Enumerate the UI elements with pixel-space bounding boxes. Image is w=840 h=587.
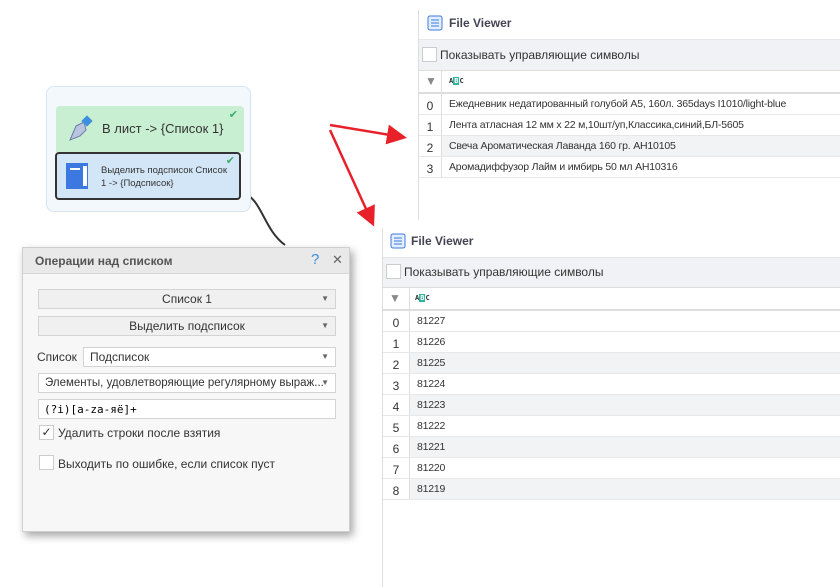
row-index: 0 <box>392 316 400 330</box>
target-list-select[interactable]: Подсписок ▼ <box>83 347 336 367</box>
delete-rows-label: Удалить строки после взятия <box>58 426 221 440</box>
row-cell <box>409 374 840 394</box>
exit-on-error-label: Выходить по ошибке, если список пуст <box>58 457 275 471</box>
row-index: 3 <box>392 379 400 393</box>
row-cell <box>409 458 840 478</box>
list-icon <box>390 233 406 249</box>
list-operations-dialog: Операции над списком ? ✕ Список 1 ▼ Выдел… <box>22 247 350 532</box>
show-control-chars-label: Показывать управляющие символы <box>440 48 640 62</box>
dialog-header: Операции над списком ? ✕ <box>23 248 349 274</box>
check-icon: ✔ <box>228 109 238 121</box>
row-value: 81222 <box>417 420 446 432</box>
close-icon[interactable]: ✕ <box>332 252 343 268</box>
node-select-sublist[interactable]: Выделить подсписок Список 1 -> {Подсписо… <box>55 152 241 200</box>
table-row[interactable]: 0 Ежедневник недатированный голубой А5, 1… <box>419 94 840 115</box>
viewer-title: File Viewer <box>449 16 512 30</box>
node-label-line1: Выделить подсписок Список <box>101 165 227 176</box>
row-cell <box>409 332 840 352</box>
row-value: Свеча Ароматическая Лаванда 160 гр. АН10… <box>449 140 676 152</box>
row-index: 1 <box>392 337 400 351</box>
filter-icon[interactable]: ▼ <box>425 74 437 88</box>
file-viewer-bottom: File Viewer Показывать управляющие симво… <box>382 228 840 587</box>
operation-select[interactable]: Выделить подсписок ▼ <box>38 316 336 336</box>
row-value: 81221 <box>417 441 446 453</box>
table-row[interactable]: 4 81223 <box>383 395 840 416</box>
table-row[interactable]: 3 81224 <box>383 374 840 395</box>
row-index: 0 <box>426 99 434 113</box>
options-bar: Показывать управляющие символы <box>419 39 840 70</box>
row-index: 8 <box>392 484 400 498</box>
row-value: 81226 <box>417 336 446 348</box>
row-index: 2 <box>426 141 434 155</box>
viewer-title: File Viewer <box>411 234 474 248</box>
arrow-to-top-viewer <box>329 123 407 145</box>
row-value: 81224 <box>417 378 446 390</box>
filter-icon[interactable]: ▼ <box>389 291 401 305</box>
row-index: 2 <box>392 358 400 372</box>
arrow-to-bottom-viewer <box>328 129 375 227</box>
pen-icon <box>69 115 93 141</box>
mode-select[interactable]: Элементы, удовлетворяющие регулярному вы… <box>38 373 336 393</box>
row-value: 81225 <box>417 357 446 369</box>
row-value: 81219 <box>417 483 446 495</box>
exit-on-error-checkbox[interactable] <box>39 455 54 470</box>
table-row[interactable]: 3 Аромадиффузор Лайм и имбирь 50 мл АН103… <box>419 157 840 178</box>
show-control-chars-label: Показывать управляющие символы <box>404 265 604 279</box>
row-cell <box>409 437 840 457</box>
list-icon <box>427 15 443 31</box>
regex-input[interactable] <box>38 399 336 419</box>
row-value: Ежедневник недатированный голубой А5, 16… <box>449 98 787 110</box>
list-select[interactable]: Список 1 ▼ <box>38 289 336 309</box>
table-row[interactable]: 2 Свеча Ароматическая Лаванда 160 гр. АН1… <box>419 136 840 157</box>
file-viewer-top: File Viewer Показывать управляющие симво… <box>418 10 840 220</box>
table-row[interactable]: 7 81220 <box>383 458 840 479</box>
row-index: 1 <box>426 120 434 134</box>
table-row[interactable]: 0 81227 <box>383 311 840 332</box>
row-cell <box>409 395 840 415</box>
grid-header: ▼ ABC <box>383 287 840 311</box>
row-value: Аромадиффузор Лайм и имбирь 50 мл АН1031… <box>449 161 678 173</box>
row-index: 6 <box>392 442 400 456</box>
row-cell <box>409 311 840 331</box>
help-icon[interactable]: ? <box>311 251 319 268</box>
row-cell <box>409 416 840 436</box>
table-row[interactable]: 2 81225 <box>383 353 840 374</box>
table-row[interactable]: 1 Лента атласная 12 мм х 22 м,10шт/уп,Кла… <box>419 115 840 136</box>
grid-header: ▼ ABC <box>419 70 840 94</box>
row-value: Лента атласная 12 мм х 22 м,10шт/уп,Клас… <box>449 119 744 131</box>
row-cell <box>409 353 840 373</box>
node-label-line2: 1 -> {Подсписок} <box>101 178 174 189</box>
row-index: 4 <box>392 400 400 414</box>
delete-rows-checkbox[interactable]: ✓ <box>39 425 54 440</box>
notebook-icon <box>66 163 88 189</box>
row-value: 81227 <box>417 315 446 327</box>
table-row[interactable]: 1 81226 <box>383 332 840 353</box>
target-list-label: Список <box>37 350 77 364</box>
node-label: В лист -> {Список 1} <box>102 121 224 136</box>
node-add-to-list[interactable]: В лист -> {Список 1} ✔ <box>56 106 244 152</box>
table-row[interactable]: 5 81222 <box>383 416 840 437</box>
show-control-chars-checkbox[interactable] <box>422 47 437 62</box>
row-index: 3 <box>426 162 434 176</box>
check-icon: ✔ <box>225 155 235 167</box>
text-column-icon: ABC <box>415 294 430 302</box>
row-index: 5 <box>392 421 400 435</box>
options-bar: Показывать управляющие символы <box>383 257 840 287</box>
table-row[interactable]: 6 81221 <box>383 437 840 458</box>
dialog-title: Операции над списком <box>35 254 173 268</box>
row-index: 7 <box>392 463 400 477</box>
row-value: 81223 <box>417 399 446 411</box>
text-column-icon: ABC <box>449 77 464 85</box>
row-cell <box>409 479 840 499</box>
row-value: 81220 <box>417 462 446 474</box>
table-row[interactable]: 8 81219 <box>383 479 840 500</box>
show-control-chars-checkbox[interactable] <box>386 264 401 279</box>
